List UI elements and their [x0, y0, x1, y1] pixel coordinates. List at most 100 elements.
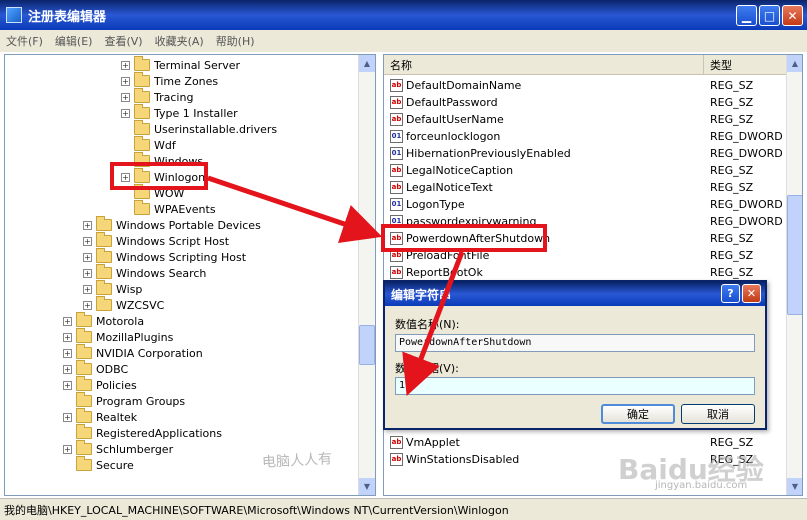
expand-icon[interactable]: +	[63, 316, 72, 326]
menu-view[interactable]: 查看(V)	[104, 33, 142, 49]
tree-item-label: Type 1 Installer	[154, 106, 238, 120]
tree-item[interactable]: Wdf	[121, 136, 176, 153]
menu-favorites[interactable]: 收藏夹(A)	[155, 33, 204, 49]
value-row[interactable]: ab DefaultDomainName REG_SZ	[384, 77, 787, 94]
tree-item[interactable]: + Windows Search	[83, 264, 206, 281]
tree-item[interactable]: Userinstallable.drivers	[121, 120, 277, 137]
tree-item[interactable]: + WZCSVC	[83, 296, 165, 313]
tree-item[interactable]: RegisteredApplications	[63, 424, 222, 441]
expand-icon[interactable]: +	[121, 60, 130, 70]
tree-item-label: MozillaPlugins	[96, 330, 174, 344]
tree-item[interactable]: Secure	[63, 456, 134, 473]
expand-icon[interactable]: +	[121, 76, 130, 86]
regedit-app-icon	[6, 7, 22, 23]
value-name: HibernationPreviouslyEnabled	[406, 147, 571, 160]
value-row[interactable]: 01 HibernationPreviouslyEnabled REG_DWORD	[384, 145, 787, 162]
folder-icon	[96, 296, 112, 311]
folder-icon	[76, 328, 92, 343]
tree-vertical-scrollbar[interactable]: ▲ ▼	[358, 55, 375, 495]
tree-item-label: Windows Script Host	[116, 234, 230, 248]
value-row[interactable]: ab ReportBootOk REG_SZ	[384, 264, 787, 281]
value-row[interactable]: ab LegalNoticeCaption REG_SZ	[384, 162, 787, 179]
tree-item[interactable]: + Tracing	[121, 88, 193, 105]
scroll-up-arrow-icon[interactable]: ▲	[359, 55, 375, 72]
close-button[interactable]: ✕	[782, 5, 803, 26]
tree-item[interactable]: + Terminal Server	[121, 56, 240, 73]
value-name: LegalNoticeText	[406, 181, 493, 194]
scroll-thumb[interactable]	[359, 325, 375, 365]
tree-item[interactable]: WPAEvents	[121, 200, 216, 217]
folder-icon	[76, 408, 92, 423]
expand-icon[interactable]: +	[63, 444, 72, 454]
value-type: REG_SZ	[710, 164, 754, 177]
value-name-field: PowerdownAfterShutdown	[395, 334, 755, 352]
registry-tree-pane[interactable]: + Terminal Server + Time Zones + Tracing + Type…	[4, 54, 376, 496]
registry-path: 我的电脑\HKEY_LOCAL_MACHINE\SOFTWARE\Microso…	[4, 503, 509, 517]
string-value-icon: ab	[390, 436, 403, 449]
scroll-up-arrow-icon[interactable]: ▲	[787, 55, 802, 72]
value-type: REG_SZ	[710, 113, 754, 126]
window-controls: ▁ □ ✕	[736, 5, 803, 26]
value-row[interactable]: ab LegalNoticeText REG_SZ	[384, 179, 787, 196]
tree-item[interactable]: + Windows Scripting Host	[83, 248, 246, 265]
dialog-close-button[interactable]: ✕	[742, 284, 761, 303]
value-row[interactable]: ab DefaultPassword REG_SZ	[384, 94, 787, 111]
tree-item[interactable]: + Motorola	[63, 312, 144, 329]
tree-item[interactable]: + Policies	[63, 376, 137, 393]
expand-icon	[63, 397, 72, 406]
menu-edit[interactable]: 编辑(E)	[55, 33, 93, 49]
value-row[interactable]: 01 LogonType REG_DWORD	[384, 196, 787, 213]
tree-item[interactable]: + Realtek	[63, 408, 137, 425]
expand-icon[interactable]: +	[83, 268, 92, 278]
value-row[interactable]: 01 forceunlocklogon REG_DWORD	[384, 128, 787, 145]
string-value-icon: ab	[390, 453, 403, 466]
expand-icon[interactable]: +	[121, 108, 130, 118]
string-value-icon: ab	[390, 113, 403, 126]
expand-icon[interactable]: +	[63, 412, 72, 422]
tree-item[interactable]: Program Groups	[63, 392, 185, 409]
scroll-down-arrow-icon[interactable]: ▼	[359, 478, 375, 495]
ok-button[interactable]: 确定	[601, 404, 675, 424]
folder-icon	[76, 440, 92, 455]
tree-item[interactable]: + Schlumberger	[63, 440, 173, 457]
scroll-down-arrow-icon[interactable]: ▼	[787, 478, 802, 495]
expand-icon[interactable]: +	[63, 364, 72, 374]
dialog-help-button[interactable]: ?	[721, 284, 740, 303]
tree-item[interactable]: + Time Zones	[121, 72, 218, 89]
folder-icon	[96, 264, 112, 279]
tree-item-label: WZCSVC	[116, 298, 165, 312]
value-row[interactable]: ab DefaultUserName REG_SZ	[384, 111, 787, 128]
tree-item[interactable]: + Type 1 Installer	[121, 104, 238, 121]
column-name-header[interactable]: 名称	[384, 55, 704, 74]
expand-icon[interactable]: +	[63, 332, 72, 342]
maximize-button[interactable]: □	[759, 5, 780, 26]
cancel-button[interactable]: 取消	[681, 404, 755, 424]
values-vertical-scrollbar[interactable]: ▲ ▼	[786, 55, 802, 495]
folder-icon	[76, 456, 92, 471]
tree-item[interactable]: + MozillaPlugins	[63, 328, 174, 345]
value-data-input[interactable]: 1	[395, 377, 755, 395]
edit-string-dialog: 编辑字符串 ? ✕ 数值名称(N): PowerdownAfterShutdow…	[383, 280, 767, 430]
minimize-button[interactable]: ▁	[736, 5, 757, 26]
tree-item[interactable]: + NVIDIA Corporation	[63, 344, 203, 361]
tree-item[interactable]: + ODBC	[63, 360, 128, 377]
column-type-header[interactable]: 类型	[704, 55, 787, 74]
expand-icon[interactable]: +	[121, 92, 130, 102]
expand-icon[interactable]: +	[83, 252, 92, 262]
expand-icon[interactable]: +	[83, 300, 92, 310]
scroll-thumb[interactable]	[787, 195, 802, 315]
menu-file[interactable]: 文件(F)	[6, 33, 43, 49]
tree-item[interactable]: + Windows Script Host	[83, 232, 230, 249]
menu-help[interactable]: 帮助(H)	[216, 33, 255, 49]
expand-icon[interactable]: +	[83, 236, 92, 246]
expand-icon[interactable]: +	[63, 348, 72, 358]
value-name: DefaultDomainName	[406, 79, 522, 92]
expand-icon[interactable]: +	[63, 380, 72, 390]
tree-item-label: Wisp	[116, 282, 143, 296]
folder-icon	[134, 104, 150, 119]
tree-item[interactable]: + Windows Portable Devices	[83, 216, 261, 233]
expand-icon[interactable]: +	[83, 284, 92, 294]
value-name-label: 数值名称(N):	[395, 318, 460, 331]
tree-item[interactable]: + Wisp	[83, 280, 143, 297]
expand-icon[interactable]: +	[83, 220, 92, 230]
